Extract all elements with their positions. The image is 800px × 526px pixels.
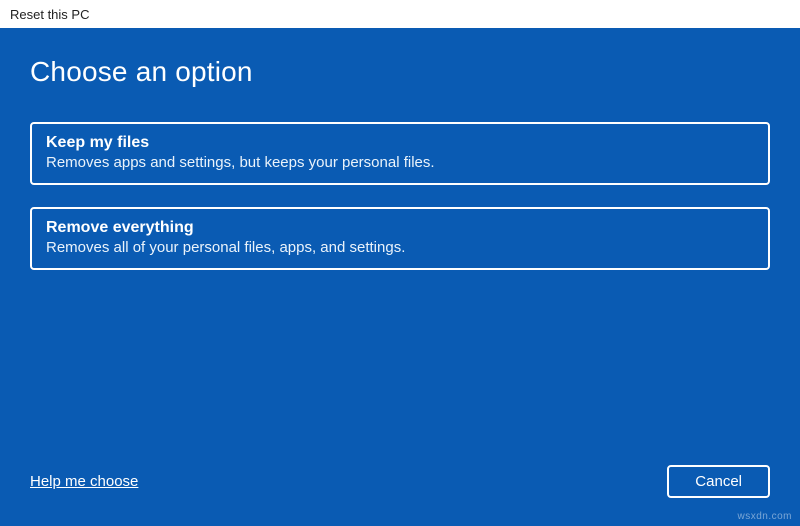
watermark: wsxdn.com [737, 511, 792, 522]
option-title: Keep my files [46, 134, 754, 152]
option-remove-everything[interactable]: Remove everything Removes all of your pe… [30, 207, 770, 270]
option-keep-my-files[interactable]: Keep my files Removes apps and settings,… [30, 122, 770, 185]
option-title: Remove everything [46, 219, 754, 237]
page-heading: Choose an option [30, 56, 770, 88]
cancel-button[interactable]: Cancel [667, 465, 770, 498]
option-description: Removes all of your personal files, apps… [46, 239, 754, 256]
dialog-footer: Help me choose Cancel [30, 465, 770, 498]
option-description: Removes apps and settings, but keeps you… [46, 154, 754, 171]
window-titlebar: Reset this PC [0, 0, 800, 28]
window-title: Reset this PC [10, 7, 89, 22]
help-me-choose-link[interactable]: Help me choose [30, 473, 138, 490]
reset-pc-panel: Choose an option Keep my files Removes a… [0, 28, 800, 526]
